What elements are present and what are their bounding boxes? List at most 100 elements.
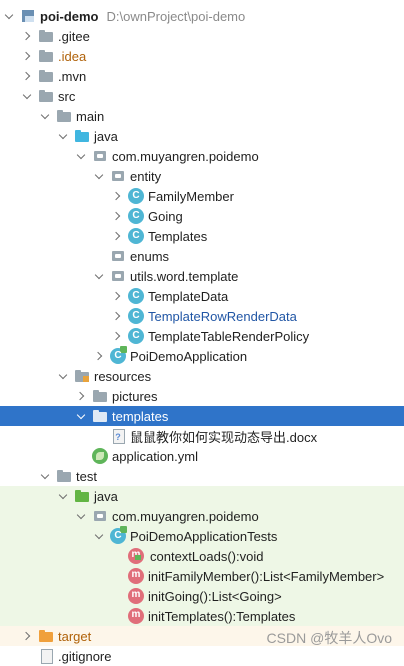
chevron-right-icon[interactable] [112, 326, 124, 346]
chevron-down-icon[interactable] [58, 366, 70, 386]
tree-row-idea[interactable]: .idea [0, 46, 404, 66]
tree-row-entity[interactable]: entity [0, 166, 404, 186]
tree-row-method-init-templates[interactable]: initTemplates():Templates [0, 606, 404, 626]
tree-row-project[interactable]: poi-demo D:\ownProject\poi-demo [0, 6, 404, 26]
source-folder-icon [74, 128, 90, 144]
tree-label: test [76, 468, 97, 484]
tree-row-main[interactable]: main [0, 106, 404, 126]
chevron-right-icon[interactable] [112, 186, 124, 206]
method-icon [128, 567, 144, 584]
tree-row-test-java[interactable]: java [0, 486, 404, 506]
class-icon [128, 188, 144, 204]
chevron-down-icon[interactable] [58, 486, 70, 506]
tree-label: com.muyangren.poidemo [112, 508, 259, 524]
chevron-right-icon[interactable] [22, 26, 34, 46]
tree-row-templates-class[interactable]: Templates [0, 226, 404, 246]
tree-label: java [94, 488, 118, 504]
chevron-down-icon[interactable] [40, 106, 52, 126]
tree-label: initTemplates():Templates [148, 608, 296, 624]
tree-row-templates-selected[interactable]: templates [0, 406, 404, 426]
tree-label: .gitee [58, 28, 90, 44]
tree-row-mvn[interactable]: .mvn [0, 66, 404, 86]
tree-row-method-context-loads[interactable]: contextLoads():void [0, 546, 404, 566]
tree-row-package-main[interactable]: com.muyangren.poidemo [0, 146, 404, 166]
chevron-right-icon[interactable] [112, 286, 124, 306]
tree-row-resources[interactable]: resources [0, 366, 404, 386]
tree-label: TemplateData [148, 288, 229, 304]
class-icon [128, 288, 144, 304]
chevron-right-icon[interactable] [112, 226, 124, 246]
tree-label: entity [130, 168, 162, 184]
chevron-down-icon[interactable] [76, 506, 88, 526]
tree-row-tests-class[interactable]: PoiDemoApplicationTests [0, 526, 404, 546]
tree-row-template-data[interactable]: TemplateData [0, 286, 404, 306]
tree-row-family-member[interactable]: FamilyMember [0, 186, 404, 206]
chevron-down-icon[interactable] [22, 86, 34, 106]
tree-label: 鼠鼠教你如何实现动态导出.docx [130, 429, 318, 445]
chevron-down-icon[interactable] [4, 6, 16, 26]
tree-label: templates [112, 408, 169, 424]
project-tree: poi-demo D:\ownProject\poi-demo .gitee .… [0, 0, 404, 664]
tree-label: Templates [148, 228, 208, 244]
tree-label: TemplateRowRenderData [148, 308, 297, 324]
chevron-right-icon[interactable] [94, 346, 106, 366]
chevron-right-icon[interactable] [112, 206, 124, 226]
runnable-class-icon [110, 346, 127, 364]
class-icon [128, 308, 144, 324]
tree-row-application-yml[interactable]: application.yml [0, 446, 404, 466]
tree-row-java[interactable]: java [0, 126, 404, 146]
tree-label: FamilyMember [148, 188, 234, 204]
tree-row-src[interactable]: src [0, 86, 404, 106]
chevron-down-icon[interactable] [76, 406, 88, 426]
package-icon [92, 148, 108, 164]
class-icon [128, 328, 144, 344]
tree-row-package-test[interactable]: com.muyangren.poidemo [0, 506, 404, 526]
chevron-down-icon[interactable] [94, 266, 106, 286]
chevron-right-icon[interactable] [22, 626, 34, 646]
tree-row-pictures[interactable]: pictures [0, 386, 404, 406]
module-icon [20, 8, 36, 24]
folder-icon [56, 108, 72, 124]
watermark: CSDN @牧羊人Ovo [266, 630, 392, 646]
tree-row-template-row-render-data[interactable]: TemplateRowRenderData [0, 306, 404, 326]
chevron-down-icon[interactable] [76, 146, 88, 166]
tree-label: Going [148, 208, 183, 224]
tree-row-going[interactable]: Going [0, 206, 404, 226]
chevron-down-icon[interactable] [58, 126, 70, 146]
tree-row-method-init-going[interactable]: initGoing():List<Going> [0, 586, 404, 606]
tree-row-template-table-render-policy[interactable]: TemplateTableRenderPolicy [0, 326, 404, 346]
folder-icon [38, 28, 54, 44]
tree-row-test[interactable]: test [0, 466, 404, 486]
tree-row-gitignore[interactable]: .gitignore [0, 646, 404, 666]
folder-icon [92, 388, 108, 404]
tree-row-gitee[interactable]: .gitee [0, 26, 404, 46]
package-icon [110, 248, 126, 264]
tree-label: src [58, 88, 76, 104]
tree-label: PoiDemoApplicationTests [130, 528, 278, 544]
tree-label: main [76, 108, 105, 124]
project-path: D:\ownProject\poi-demo [106, 8, 246, 24]
chevron-down-icon[interactable] [94, 526, 106, 546]
resources-folder-icon [74, 368, 90, 384]
tree-row-method-init-family-member[interactable]: initFamilyMember():List<FamilyMember> [0, 566, 404, 586]
tree-label: com.muyangren.poidemo [112, 148, 259, 164]
folder-icon [56, 468, 72, 484]
project-name: poi-demo [40, 8, 99, 24]
folder-icon [38, 88, 54, 104]
tree-row-enums[interactable]: enums [0, 246, 404, 266]
chevron-right-icon[interactable] [22, 46, 34, 66]
tree-row-docx[interactable]: 鼠鼠教你如何实现动态导出.docx [0, 426, 404, 446]
chevron-down-icon[interactable] [40, 466, 52, 486]
chevron-down-icon[interactable] [94, 166, 106, 186]
test-source-folder-icon [74, 488, 90, 504]
tree-label: .idea [58, 48, 87, 64]
chevron-right-icon[interactable] [112, 306, 124, 326]
tree-label: pictures [112, 388, 158, 404]
tree-row-utils[interactable]: utils.word.template [0, 266, 404, 286]
tree-label: PoiDemoApplication [130, 348, 248, 364]
tree-label: TemplateTableRenderPolicy [148, 328, 310, 344]
folder-icon [92, 408, 108, 424]
chevron-right-icon[interactable] [22, 66, 34, 86]
tree-row-poi-demo-application[interactable]: PoiDemoApplication [0, 346, 404, 366]
chevron-right-icon[interactable] [76, 386, 88, 406]
